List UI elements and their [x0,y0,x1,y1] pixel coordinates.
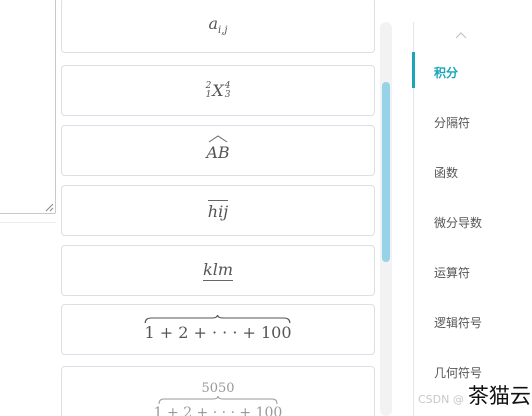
formula-item-overbrace[interactable]: 1 + 2 + · · · + 100 [61,304,375,355]
formula-scripts-render: 21 X 43 [205,80,231,100]
category-delimiter[interactable]: 分隔符 [434,114,470,131]
watermark-text: 茶猫云 [467,384,531,408]
category-logic[interactable]: 逻辑符号 [434,314,482,331]
formula-subscript-render: ai,j [208,14,228,37]
formula-list: ai,j 21 X 43 AB hij klm 1 + 2 + · · · + … [60,0,378,416]
category-nav: 积分 分隔符 函数 微分导数 运算符 逻辑符号 几何符号 [412,22,532,416]
overbrace-icon [158,396,278,405]
watermark: CSDN @ 茶猫云 [418,378,531,410]
category-operator[interactable]: 运算符 [434,264,470,281]
resize-grip-icon[interactable] [45,203,54,212]
watermark-prefix: CSDN @ [418,393,464,406]
latex-input-textarea[interactable] [0,0,56,214]
formula-item-subscript[interactable]: ai,j [61,0,375,53]
formula-overline-render: hij [207,200,229,221]
scrollbar-thumb[interactable] [382,82,390,262]
category-function[interactable]: 函数 [434,164,458,181]
category-derivative[interactable]: 微分导数 [434,214,482,231]
widehat-accent-icon [209,134,228,142]
overbrace-icon [145,315,291,324]
active-category-indicator [412,52,415,88]
left-lower-area [0,222,56,416]
formula-underline-render: klm [203,260,233,281]
formula-overbrace-label-render: 5050 1 + 2 + · · · + 100 [153,381,283,416]
formula-item-underline[interactable]: klm [61,245,375,296]
category-integral[interactable]: 积分 [434,64,458,81]
formula-item-overline[interactable]: hij [61,185,375,236]
formula-overbrace-render: 1 + 2 + · · · + 100 [144,315,292,342]
formula-item-pre-post-scripts[interactable]: 21 X 43 [61,65,375,116]
formula-item-overbrace-label[interactable]: 5050 1 + 2 + · · · + 100 [61,366,375,416]
formula-widehat-render: AB [206,134,230,162]
formula-item-widehat[interactable]: AB [61,125,375,176]
overbrace-label-value: 5050 [201,381,235,396]
chevron-up-icon[interactable] [454,30,468,40]
